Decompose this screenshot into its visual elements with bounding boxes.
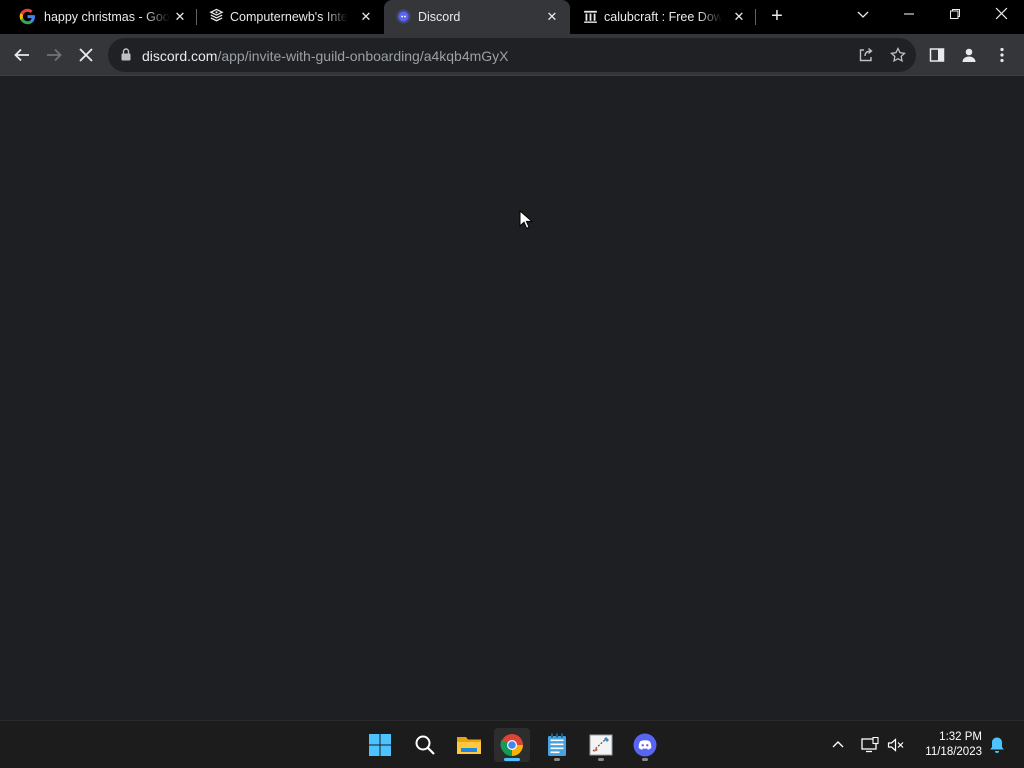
bookmark-star-icon[interactable] [888,45,908,65]
tab-title: Discord [418,10,461,24]
search-icon[interactable] [407,728,443,762]
tab-google-search[interactable]: happy christmas - Google Search ✕ [8,0,194,34]
close-tab-icon[interactable]: ✕ [731,9,747,25]
url-path: /app/invite-with-guild-onboarding/a4kqb4… [217,48,509,64]
file-explorer-icon[interactable] [451,728,487,762]
mouse-cursor-icon [519,209,534,230]
url-text[interactable]: discord.com/app/invite-with-guild-onboar… [142,48,509,64]
start-icon[interactable] [362,728,398,762]
google-icon [19,8,36,25]
tab-separator [755,9,756,25]
tab-computernewb[interactable]: Computernewb's Internet Archive ✕ [197,0,383,34]
profile-icon[interactable] [958,44,980,66]
close-tab-icon[interactable]: ✕ [172,9,188,25]
clock-time: 1:32 PM [939,731,982,743]
page-viewport[interactable] [0,77,1024,720]
more-menu-icon[interactable] [991,44,1013,66]
side-panel-icon[interactable] [926,44,948,66]
clock-date: 11/18/2023 [925,746,982,758]
browser-toolbar: discord.com/app/invite-with-guild-onboar… [0,34,1024,76]
tab-archive[interactable]: calubcraft : Free Download ✕ [571,0,755,34]
running-app-indicator [554,758,560,761]
address-bar[interactable]: discord.com/app/invite-with-guild-onboar… [108,38,916,72]
discord-icon [395,8,412,25]
running-app-indicator [642,758,648,761]
taskbar: 1:32 PM 11/18/2023 [0,720,1024,768]
show-hidden-icons-chevron-icon[interactable] [826,733,850,757]
running-app-indicator [598,758,604,761]
tab-title: calubcraft : Free Download [604,10,722,24]
paint-icon[interactable] [583,728,619,762]
forward-arrow-icon[interactable] [40,41,68,69]
network-icon[interactable] [858,733,882,757]
tab-search-chevron-icon[interactable] [851,4,875,28]
close-window-icon[interactable] [989,4,1013,28]
lock-icon[interactable] [121,48,131,61]
tab-discord[interactable]: Discord ✕ [384,0,570,34]
chrome-icon[interactable] [494,728,530,762]
notepad-icon[interactable] [539,728,575,762]
tab-title: Computernewb's Internet Archive [230,10,348,24]
tab-title: happy christmas - Google Search [44,10,170,24]
tab-strip: happy christmas - Google Search ✕ Comput… [0,0,1024,34]
url-host: discord.com [142,48,218,64]
close-tab-icon[interactable]: ✕ [544,9,560,25]
restore-icon[interactable] [943,4,967,28]
volume-muted-icon[interactable] [884,733,908,757]
close-tab-icon[interactable]: ✕ [358,9,374,25]
notification-bell-icon[interactable] [985,733,1009,757]
active-app-indicator [504,758,520,761]
stop-loading-icon[interactable] [72,41,100,69]
new-tab-button[interactable]: + [766,6,788,28]
share-icon[interactable] [856,45,876,65]
computernewb-icon [208,8,225,25]
discord-icon[interactable] [627,728,663,762]
archive-icon [582,8,599,25]
back-arrow-icon[interactable] [8,41,36,69]
minimize-icon[interactable] [897,4,921,28]
system-clock[interactable]: 1:32 PM 11/18/2023 [912,730,982,760]
